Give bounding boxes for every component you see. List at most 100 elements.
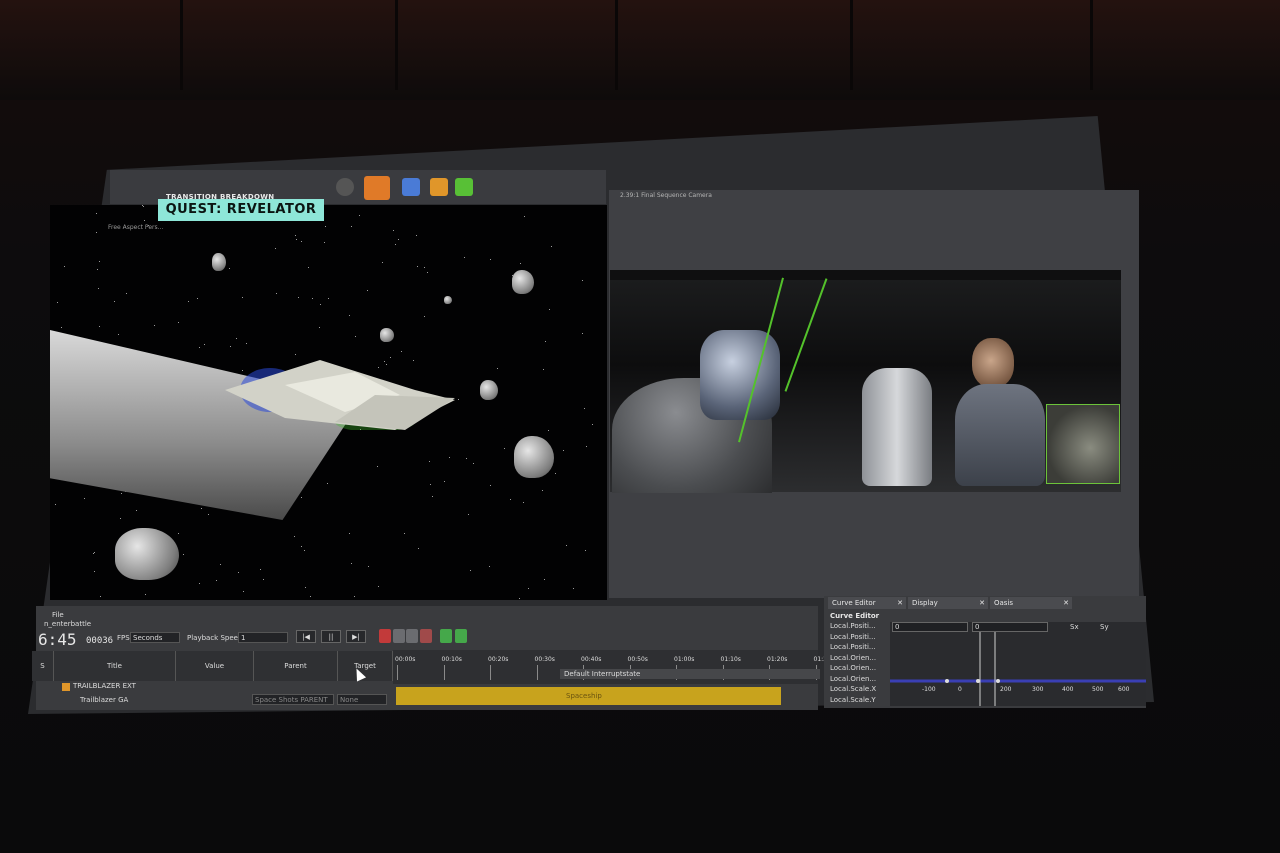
star [238, 572, 240, 574]
star [220, 563, 222, 565]
globe-icon[interactable] [336, 178, 354, 196]
star [349, 533, 351, 535]
spaceship-track[interactable]: Spaceship [396, 687, 781, 705]
speed-select[interactable]: 1 [238, 632, 288, 643]
green-copy-icon[interactable] [455, 629, 467, 643]
parent-select[interactable]: Space Shots PARENT [252, 694, 334, 705]
star [488, 566, 490, 568]
ruler-tick-label: 01:00s [674, 656, 695, 663]
orange-export-icon[interactable] [430, 178, 448, 196]
star [188, 301, 190, 303]
filter-icon[interactable] [406, 629, 418, 643]
sy-checkbox[interactable]: Sy [1100, 623, 1109, 631]
star [310, 596, 312, 598]
star [585, 550, 587, 552]
star [416, 265, 418, 267]
asteroid [212, 253, 226, 271]
camera-icon[interactable] [364, 176, 390, 200]
file-menu[interactable]: File [52, 611, 64, 619]
curve-channel-item[interactable]: Local.Orien... [830, 675, 876, 683]
star [235, 337, 237, 339]
star [585, 445, 587, 447]
curve-channel-item[interactable]: Local.Orien... [830, 664, 876, 672]
star [522, 501, 524, 503]
skip-back-button[interactable]: |◀ [296, 630, 316, 643]
row-title[interactable]: TRAILBLAZER EXT [73, 680, 136, 692]
star [307, 266, 309, 268]
col-header-title[interactable]: Title [54, 651, 176, 681]
skip-forward-button[interactable]: ▶| [346, 630, 366, 643]
col-header-parent[interactable]: Parent [254, 651, 338, 681]
star [469, 570, 471, 572]
target-select[interactable]: None [337, 694, 387, 705]
spin-b[interactable]: 0 [972, 622, 1048, 632]
record-icon[interactable] [379, 629, 391, 643]
star [312, 298, 314, 300]
axis-number: 500 [1092, 686, 1104, 693]
star [54, 503, 56, 505]
star [135, 510, 137, 512]
star [117, 333, 119, 335]
home-icon[interactable] [402, 178, 420, 196]
curve-channel-item[interactable]: Local.Scale.Y [830, 696, 876, 704]
tab-oasis[interactable]: Oasis ✕ [990, 597, 1072, 609]
star [300, 546, 302, 548]
star [582, 333, 584, 335]
star [377, 586, 379, 588]
star [424, 267, 426, 269]
state-bar[interactable]: Default Interruptstate [560, 669, 820, 679]
axis-number: 600 [1118, 686, 1130, 693]
star [381, 261, 383, 263]
col-header-value[interactable]: Value [176, 651, 254, 681]
curve-channel-item[interactable]: Local.Positi... [830, 633, 876, 641]
row-title[interactable]: Trailblazer GA [80, 694, 128, 706]
cockpit-seat [862, 368, 932, 486]
ruler-tick-label: 00:10s [441, 656, 462, 663]
star [94, 570, 96, 572]
tab-display[interactable]: Display ✕ [908, 597, 988, 609]
star [57, 301, 59, 303]
star [472, 462, 474, 464]
star [392, 229, 394, 231]
ruler-tick-label: 01:20s [767, 656, 788, 663]
star [275, 293, 277, 295]
star [519, 262, 521, 264]
star [367, 290, 369, 292]
curve-channel-item[interactable]: Local.Scale.X [830, 685, 876, 693]
star [144, 594, 146, 596]
ruler-tick-label: 00:00s [395, 656, 416, 663]
curve-lines [890, 632, 1146, 706]
pause-button[interactable]: || [321, 630, 341, 643]
star [543, 369, 545, 371]
star [305, 586, 307, 588]
star [367, 565, 369, 567]
fps-select[interactable]: Seconds [130, 632, 180, 643]
tab-curve-editor[interactable]: Curve Editor ✕ [828, 597, 906, 609]
asteroid [115, 528, 179, 580]
key-icon[interactable] [393, 629, 405, 643]
col-header-s[interactable]: S [32, 651, 54, 681]
star [208, 513, 210, 515]
color-key-icon[interactable] [420, 629, 432, 643]
star [551, 246, 553, 248]
green-add-icon[interactable] [440, 629, 452, 643]
star [294, 536, 296, 538]
star [301, 496, 303, 498]
star [178, 321, 180, 323]
ruler-tick [397, 665, 398, 680]
curve-channel-item[interactable]: Local.Orien... [830, 654, 876, 662]
star [216, 579, 218, 581]
sx-checkbox[interactable]: Sx [1070, 623, 1079, 631]
curve-channel-item[interactable]: Local.Positi... [830, 643, 876, 651]
star [544, 341, 546, 343]
curve-channel-item[interactable]: Local.Positi... [830, 622, 876, 630]
star [260, 569, 262, 571]
star [562, 449, 564, 451]
star [182, 554, 184, 556]
green-export-icon[interactable] [455, 178, 473, 196]
spin-a[interactable]: 0 [892, 622, 968, 632]
star [541, 490, 543, 492]
star [327, 297, 329, 299]
star [99, 596, 101, 598]
pilot-character [950, 338, 1050, 486]
